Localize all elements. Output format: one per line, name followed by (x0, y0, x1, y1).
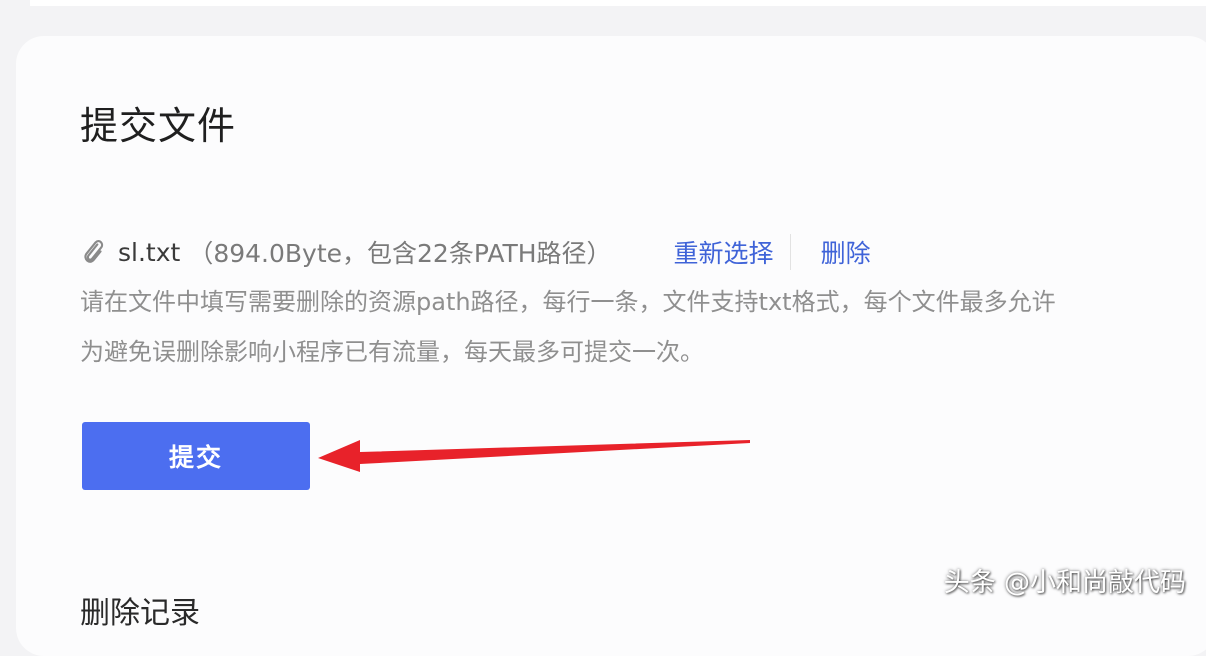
file-name: sl.txt (118, 237, 181, 267)
reselect-link[interactable]: 重新选择 (674, 234, 774, 270)
delete-records-heading: 删除记录 (80, 596, 200, 631)
link-divider (789, 234, 791, 270)
annotation-arrow (318, 440, 750, 472)
submit-button[interactable]: 提交 (82, 422, 310, 490)
watermark: 头条 @小和尚敲代码 (943, 568, 1186, 598)
file-meta: （894.0Byte，包含22条PATH路径） (188, 239, 612, 268)
tip-line-2: 为避免误删除影响小程序已有流量，每天最多可提交一次。 (80, 338, 704, 366)
uploaded-file-row: sl.txt （894.0Byte，包含22条PATH路径） 重新选择 删除 (80, 232, 871, 272)
tip-line-1: 请在文件中填写需要删除的资源path路径，每行一条，文件支持txt格式，每个文件… (80, 288, 1056, 316)
paperclip-icon (84, 240, 104, 263)
delete-link[interactable]: 删除 (821, 234, 871, 270)
top-strip (30, 0, 1206, 6)
page-title: 提交文件 (80, 104, 237, 148)
